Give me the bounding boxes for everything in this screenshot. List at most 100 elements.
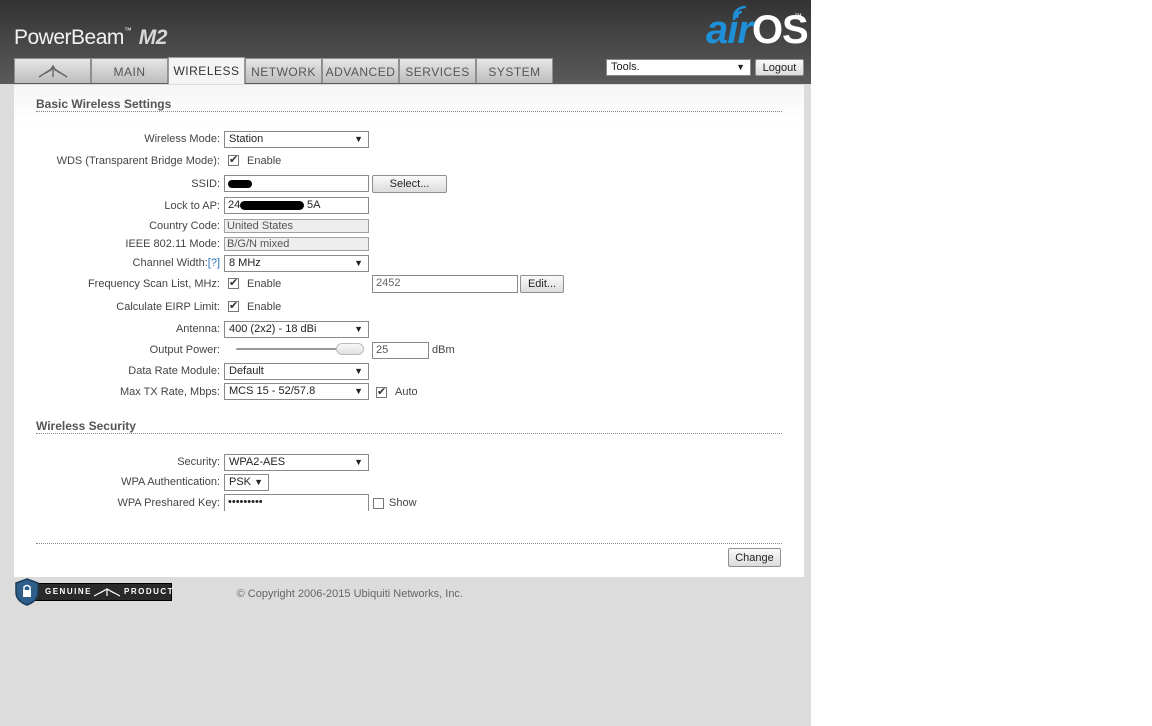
show-key-label: Show <box>389 497 417 509</box>
wds-checkbox[interactable] <box>228 153 239 166</box>
wireless-mode-label: Wireless Mode: <box>144 133 220 145</box>
tab-main[interactable]: MAIN <box>91 58 168 83</box>
max-tx-auto-label: Auto <box>395 386 418 398</box>
max-tx-select[interactable]: MCS 15 - 52/57.8 ▼ <box>224 383 369 400</box>
copyright-text: © Copyright 2006-2015 Ubiquiti Networks,… <box>236 588 463 600</box>
chevron-down-icon: ▼ <box>354 258 363 268</box>
chevron-down-icon: ▼ <box>736 62 745 72</box>
wds-enable-label: Enable <box>247 155 282 167</box>
country-code-field: United States <box>224 219 369 233</box>
security-label: Security: <box>177 456 220 468</box>
ieee-mode-field: B/G/N mixed <box>224 237 369 251</box>
eirp-enable-label: Enable <box>247 301 282 313</box>
antenna-select[interactable]: 400 (2x2) - 18 dBi ▼ <box>224 321 369 338</box>
output-power-label: Output Power: <box>149 344 220 356</box>
tab-logo[interactable] <box>14 58 91 83</box>
data-rate-label: Data Rate Module: <box>128 365 220 377</box>
freq-scan-label: Frequency Scan List, MHz: <box>87 278 220 290</box>
basic-wireless-title: Basic Wireless Settings <box>36 97 172 111</box>
tab-advanced[interactable]: ADVANCED <box>322 58 399 83</box>
ssid-label: SSID: <box>191 178 220 190</box>
freq-scan-enable-label: Enable <box>247 278 282 290</box>
product-name: PowerBeam™ M2 <box>14 26 167 50</box>
wireless-mode-value: Station <box>229 133 264 145</box>
channel-width-text: Channel Width: <box>132 257 208 269</box>
change-button[interactable]: Change <box>728 548 781 567</box>
slider-thumb[interactable] <box>336 343 364 355</box>
airos-logo: airOS ™ <box>706 6 809 53</box>
freq-scan-checkbox[interactable] <box>228 276 239 289</box>
tab-network[interactable]: NETWORK <box>245 58 322 83</box>
wpa-auth-select[interactable]: PSK ▼ <box>224 474 269 491</box>
wpa-auth-value: PSK <box>229 476 252 488</box>
lock-ap-suffix: 5A <box>307 199 321 211</box>
wpa-auth-label: WPA Authentication: <box>121 476 220 488</box>
chevron-down-icon: ▼ <box>354 457 363 467</box>
chevron-down-icon: ▼ <box>354 386 363 396</box>
eirp-checkbox[interactable] <box>228 299 239 312</box>
wifi-arc-icon <box>732 6 747 21</box>
chevron-down-icon: ▼ <box>354 324 363 334</box>
tab-wireless[interactable]: WIRELESS <box>168 57 245 84</box>
badge-bar: GENUINE PRODUCT <box>26 583 175 601</box>
logout-button[interactable]: Logout <box>755 59 804 76</box>
wpa-key-label: WPA Preshared Key: <box>117 497 220 509</box>
eirp-label: Calculate EIRP Limit: <box>116 301 220 313</box>
tab-system[interactable]: SYSTEM <box>476 58 553 83</box>
channel-width-select[interactable]: 8 MHz ▼ <box>224 255 369 272</box>
tools-select-value: Tools. <box>611 61 640 73</box>
max-tx-label: Max TX Rate, Mbps: <box>119 386 220 398</box>
max-tx-auto-checkbox[interactable] <box>376 385 387 398</box>
select-ssid-button[interactable]: Select... <box>372 175 447 193</box>
wds-label: WDS (Transparent Bridge Mode): <box>56 155 220 167</box>
chevron-down-icon: ▼ <box>354 134 363 144</box>
lock-ap-prefix: 24 <box>228 199 241 211</box>
section-divider <box>36 433 782 434</box>
ssid-input[interactable] <box>224 175 369 192</box>
max-tx-value: MCS 15 - 52/57.8 <box>229 385 316 397</box>
tools-select[interactable]: Tools. ▼ <box>606 59 751 76</box>
wireless-mode-select[interactable]: Station ▼ <box>224 131 369 148</box>
section-divider <box>36 111 782 112</box>
data-rate-select[interactable]: Default ▼ <box>224 363 369 380</box>
output-power-unit: dBm <box>432 344 455 356</box>
wireless-security-title: Wireless Security <box>36 419 136 433</box>
edit-freq-button[interactable]: Edit... <box>520 275 564 293</box>
channel-width-help-link[interactable]: [?] <box>208 257 220 269</box>
lock-ap-input[interactable]: 24 5A <box>224 197 369 214</box>
logo-trademark: ™ <box>794 12 802 21</box>
country-code-label: Country Code: <box>149 220 220 232</box>
chevron-down-icon: ▼ <box>254 477 263 487</box>
output-power-slider[interactable] <box>236 343 366 355</box>
lock-ap-redaction <box>240 201 304 210</box>
ssid-redaction <box>228 180 252 188</box>
brand-label: PowerBeam <box>14 26 124 49</box>
ieee-mode-label: IEEE 802.11 Mode: <box>125 238 220 250</box>
show-key-checkbox[interactable] <box>373 498 384 509</box>
slider-track <box>236 348 348 350</box>
airos-app: PowerBeam™ M2 airOS ™ MAIN WIRELESS NETW… <box>0 0 811 726</box>
ubiquiti-logo-icon <box>38 64 67 78</box>
header-bar: PowerBeam™ M2 airOS ™ MAIN WIRELESS NETW… <box>0 0 811 84</box>
badge-genuine-text: GENUINE <box>45 587 92 596</box>
channel-width-value: 8 MHz <box>229 257 261 269</box>
chevron-down-icon: ▼ <box>354 366 363 376</box>
tab-services[interactable]: SERVICES <box>399 58 476 83</box>
bottom-divider <box>36 543 782 544</box>
antenna-value: 400 (2x2) - 18 dBi <box>229 323 317 335</box>
wpa-key-input[interactable]: ••••••••• <box>224 494 369 511</box>
shield-lock-icon <box>15 578 39 606</box>
ubiquiti-logo-icon <box>93 588 121 597</box>
wireless-settings-panel: Basic Wireless Settings Wireless Mode: S… <box>14 84 804 577</box>
security-select[interactable]: WPA2-AES ▼ <box>224 454 369 471</box>
output-power-input[interactable]: 25 <box>372 342 429 359</box>
security-value: WPA2-AES <box>229 456 286 468</box>
channel-width-label: Channel Width:[?] <box>133 257 220 269</box>
model-label: M2 <box>138 26 168 49</box>
data-rate-value: Default <box>229 365 264 377</box>
badge-product-text: PRODUCT <box>124 587 175 596</box>
brand-trademark: ™ <box>123 26 132 35</box>
freq-scan-input[interactable]: 2452 <box>372 275 518 293</box>
genuine-product-badge: GENUINE PRODUCT <box>14 578 175 606</box>
lock-ap-label: Lock to AP: <box>164 200 220 212</box>
